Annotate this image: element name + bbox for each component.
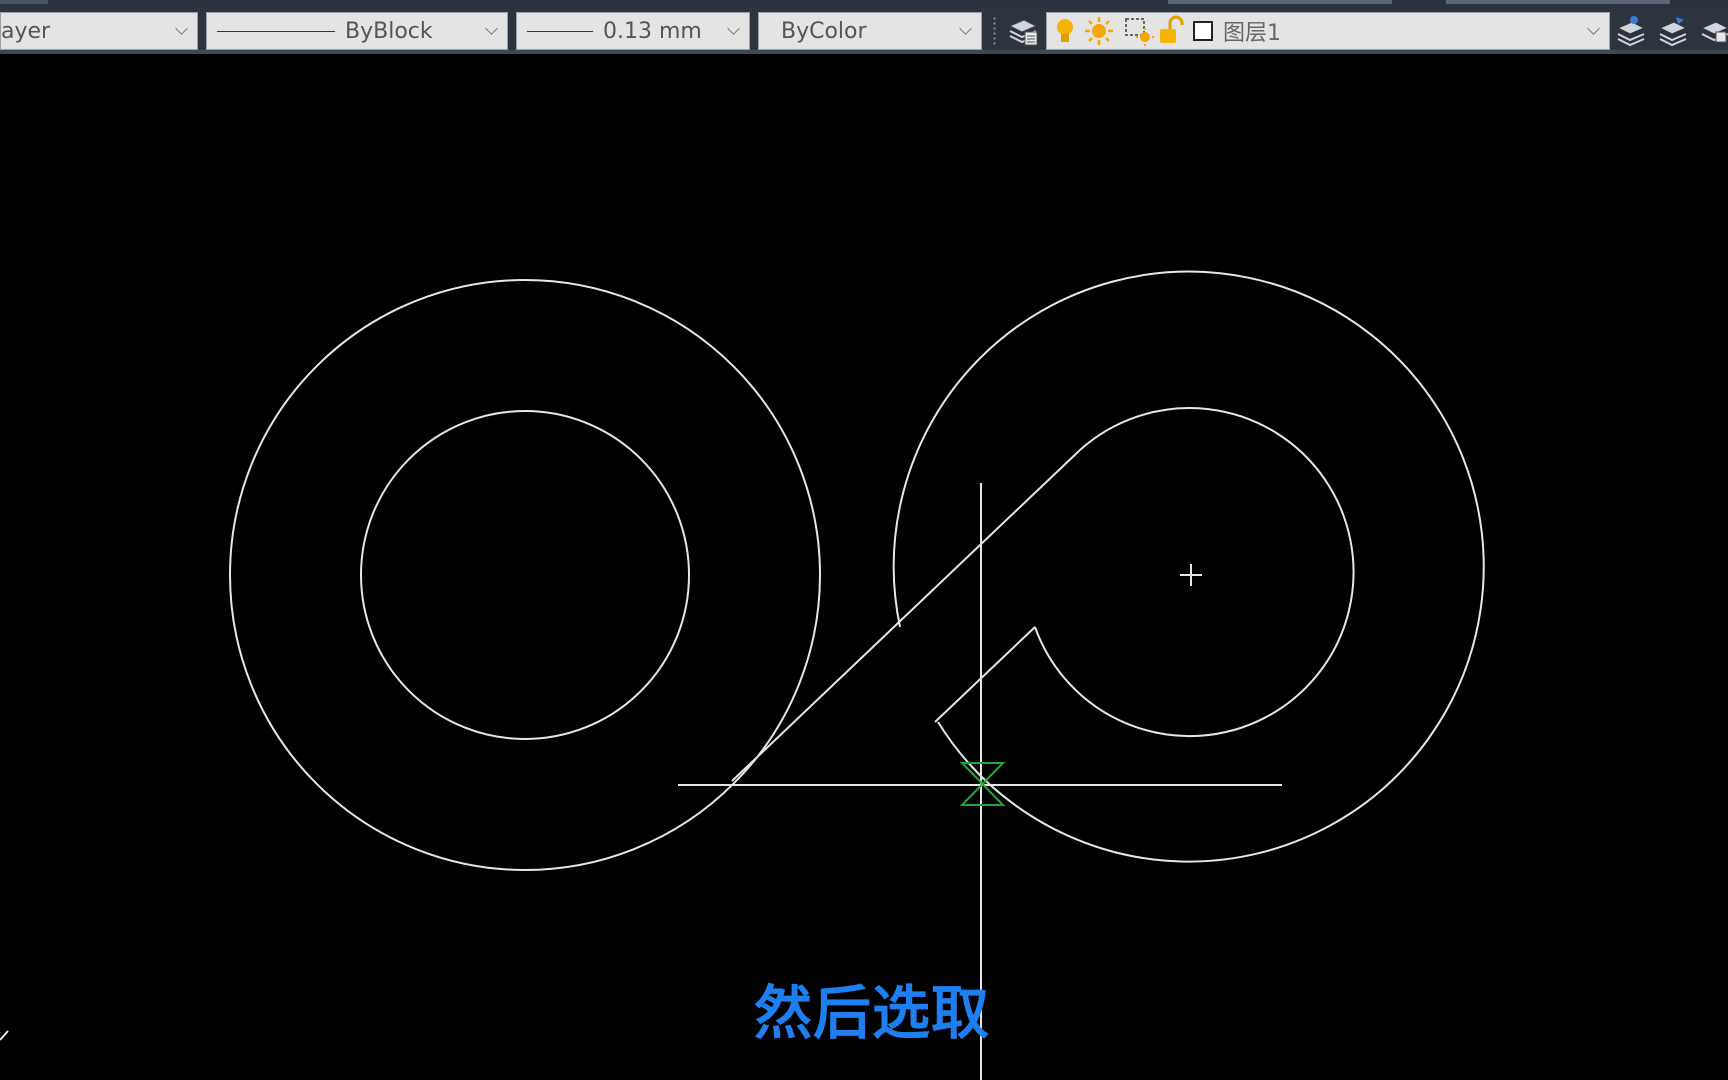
drawing-canvas[interactable] xyxy=(0,58,1728,1080)
layer-combo-value: ayer xyxy=(1,18,51,44)
toolbar-grip[interactable] xyxy=(992,16,997,46)
tangent-line[interactable] xyxy=(731,449,1081,782)
left-outer-circle[interactable] xyxy=(229,279,821,871)
properties-toolbar: ayer ByBlock 0.13 mm ByColor 图层1 xyxy=(0,8,1728,54)
chevron-down-icon xyxy=(175,22,188,35)
left-inner-circle[interactable] xyxy=(360,410,690,740)
lineweight-combo-value: 0.13 mm xyxy=(603,18,702,44)
ucs-icon-fragment xyxy=(0,1030,9,1041)
layer-combo[interactable]: ayer xyxy=(0,12,198,50)
plotstyle-combo[interactable]: ByColor xyxy=(758,12,982,50)
lock-icon[interactable] xyxy=(1157,15,1185,47)
layer-state-icon[interactable] xyxy=(1614,14,1648,48)
sun-icon[interactable] xyxy=(1083,15,1115,47)
ribbon-tab[interactable] xyxy=(0,0,48,4)
right-inner-arc[interactable] xyxy=(1034,407,1355,738)
linetype-preview xyxy=(217,30,335,32)
ribbon-tab[interactable] xyxy=(1168,0,1392,4)
layer-isolate-icon[interactable] xyxy=(1698,14,1728,48)
linetype-combo[interactable]: ByBlock xyxy=(206,12,508,50)
layer-previous-icon[interactable] xyxy=(1656,14,1690,48)
lineweight-preview xyxy=(527,30,593,32)
layer-name-value: 图层1 xyxy=(1223,21,1281,46)
chevron-down-icon xyxy=(727,22,740,35)
right-outer-arc[interactable] xyxy=(892,270,1485,863)
plotstyle-combo-value: ByColor xyxy=(781,18,867,44)
chevron-down-icon xyxy=(959,22,972,35)
chevron-down-icon xyxy=(1587,22,1600,35)
layer-manager-icon[interactable] xyxy=(1006,14,1040,48)
linetype-combo-value: ByBlock xyxy=(345,18,433,44)
color-swatch-icon[interactable] xyxy=(1193,21,1213,41)
light-bulb-icon[interactable] xyxy=(1053,16,1081,46)
chevron-down-icon xyxy=(485,22,498,35)
layer-name-combo[interactable]: 图层1 xyxy=(1046,12,1610,50)
ribbon-tab[interactable] xyxy=(1446,0,1670,4)
chamfer-line[interactable] xyxy=(934,626,1036,723)
subtitle-caption: 然后选取 xyxy=(754,979,991,1047)
freeze-viewport-icon[interactable] xyxy=(1123,15,1155,47)
ribbon-tab-strip xyxy=(0,0,1728,8)
lineweight-combo[interactable]: 0.13 mm xyxy=(516,12,750,50)
